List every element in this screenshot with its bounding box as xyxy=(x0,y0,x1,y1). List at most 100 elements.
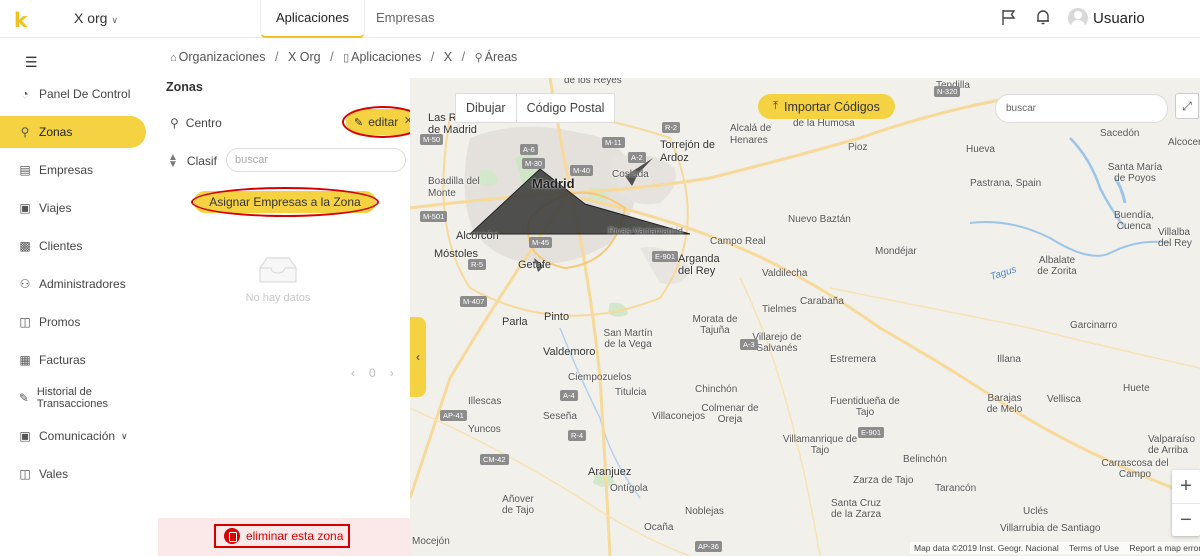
map-label: Estremera xyxy=(830,354,877,365)
map-label: de los Reyes xyxy=(564,78,622,86)
sidebar-item-zonas[interactable]: ⚲ Zonas xyxy=(0,116,146,148)
road-shield: E-901 xyxy=(858,427,885,438)
map-data-credit: Map data ©2019 Inst. Geogr. Nacional xyxy=(914,543,1059,553)
map-label: Rivas-Vaciamadrid xyxy=(608,226,683,236)
app-logo[interactable]: k xyxy=(14,8,27,32)
sidebar-item-vales[interactable]: ◫ Vales xyxy=(0,458,146,490)
postal-code-button[interactable]: Código Postal xyxy=(515,94,615,122)
map-label: Tielmes xyxy=(762,304,797,315)
map-label: Coslada xyxy=(612,169,649,180)
breadcrumb-org[interactable]: X Org xyxy=(288,50,321,64)
road-shield: N-320 xyxy=(934,86,961,97)
map-label: Boadilla del Monte xyxy=(428,176,480,199)
breadcrumb-aplicaciones[interactable]: Aplicaciones xyxy=(351,50,421,64)
delete-zone-button[interactable]: eliminar esta zona xyxy=(214,524,350,548)
map-label: Ciempozuelos xyxy=(568,372,632,383)
sidebar-item-clientes[interactable]: ▩ Clientes xyxy=(0,230,146,262)
map-label: Sacedón xyxy=(1100,128,1140,139)
sidebar-item-viajes[interactable]: ▣ Viajes xyxy=(0,192,146,224)
sidebar-item-label: Comunicación xyxy=(39,429,116,443)
pin-icon: ⚲ xyxy=(474,52,483,64)
import-label: Importar Códigos xyxy=(784,99,880,114)
tab-empresas[interactable]: Empresas xyxy=(361,0,450,38)
sidebar-item-comunicacion[interactable]: ▣ Comunicación ∨ xyxy=(0,420,146,452)
report-link[interactable]: Report a map error xyxy=(1129,543,1200,553)
org-selector[interactable]: X org ∨ xyxy=(74,10,118,26)
upload-icon: ⤒ xyxy=(773,100,778,112)
sidebar: ☰ ◔ Panel De Control ⚲ Zonas ▤ Empresas ▣ Vi… xyxy=(0,38,158,556)
sidebar-item-label: Vales xyxy=(39,467,69,481)
map[interactable]: de los Reyes Tendilla Las Rozas de Madri… xyxy=(410,78,1200,556)
map-label: Villamanrique de Tajo xyxy=(782,434,858,456)
id-card-icon: ▩ xyxy=(19,239,31,253)
pin-icon: ⚲ xyxy=(20,125,30,139)
fullscreen-icon[interactable]: ⤢ xyxy=(1175,93,1199,119)
sidebar-item-label: Panel De Control xyxy=(39,87,131,101)
map-label: Villaconejos xyxy=(652,411,706,422)
zone-search-input[interactable]: buscar xyxy=(226,148,406,172)
map-label: Valparaíso de Arriba xyxy=(1148,434,1196,456)
map-label: Valdemoro xyxy=(543,346,596,358)
map-label: Huete xyxy=(1123,383,1150,394)
map-label: Villalba del Rey xyxy=(1158,227,1192,249)
edit-icon: ✎ xyxy=(354,116,364,129)
map-label: Morata de Tajuña xyxy=(692,314,738,336)
dashboard-icon: ◔ xyxy=(21,87,29,101)
bell-icon[interactable] xyxy=(1034,8,1052,26)
prev-page-icon[interactable]: ‹ xyxy=(351,366,355,380)
edit-zone-button[interactable]: ✎ editar ✕ xyxy=(346,109,420,135)
import-codes-button[interactable]: ⤒ Importar Códigos xyxy=(758,94,895,119)
sort-icon[interactable]: ▲ ▼ xyxy=(168,153,178,170)
map-label: Buendía, Cuenca xyxy=(1113,210,1155,232)
road-shield: M-45 xyxy=(529,237,553,248)
map-label: Añover de Tajo xyxy=(501,494,535,516)
draw-button[interactable]: Dibujar xyxy=(456,94,516,122)
road-shield: M-40 xyxy=(570,165,594,176)
road-shield: M-50 xyxy=(420,134,444,145)
sidebar-item-facturas[interactable]: ▦ Facturas xyxy=(0,344,146,376)
zoom-out-button[interactable]: − xyxy=(1172,503,1200,536)
avatar-icon xyxy=(1068,8,1088,28)
menu-collapse-icon[interactable]: ☰ xyxy=(25,54,38,71)
breadcrumb-app[interactable]: X xyxy=(444,50,452,64)
zone-item[interactable]: ⚲ Centro ✎ editar ✕ xyxy=(170,106,424,138)
map-label: Alcorcón xyxy=(456,230,499,242)
map-label: Aranjuez xyxy=(588,466,632,478)
page-number: 0 xyxy=(369,366,376,380)
collapse-panel-icon[interactable]: ‹ xyxy=(410,317,426,397)
map-label: Hueva xyxy=(966,144,995,155)
next-page-icon[interactable]: › xyxy=(390,366,394,380)
map-label: Pinto xyxy=(544,311,570,323)
map-label: Getafe xyxy=(518,259,552,271)
map-label: Campo Real xyxy=(710,236,766,247)
edit-icon: ✎ xyxy=(18,391,29,405)
sidebar-item-historial[interactable]: ✎ Historial de Transacciones xyxy=(0,382,146,414)
map-label: Mondéjar xyxy=(875,246,917,257)
zoom-in-button[interactable]: + xyxy=(1172,470,1200,503)
road-shield: A-6 xyxy=(520,144,538,155)
zones-title: Zonas xyxy=(166,80,203,94)
sidebar-item-promos[interactable]: ◫ Promos xyxy=(0,306,146,338)
map-label: Albalate de Zorita xyxy=(1037,255,1077,277)
assign-companies-button[interactable]: Asignar Empresas a la Zona xyxy=(194,191,376,213)
mobile-icon: ▯ xyxy=(343,52,350,64)
home-icon: ⌂ xyxy=(170,52,177,64)
zoom-control: + − xyxy=(1172,470,1200,536)
map-label: Madrid xyxy=(532,176,575,191)
terms-link[interactable]: Terms of Use xyxy=(1069,543,1119,553)
sidebar-item-administradores[interactable]: ⚇ Administradores xyxy=(0,268,146,300)
sidebar-item-label: Empresas xyxy=(39,163,94,177)
map-search-input[interactable]: buscar xyxy=(995,94,1168,123)
road-shield: M-407 xyxy=(460,296,488,307)
classification-filter: ▲ ▼ Clasif buscar xyxy=(168,148,408,172)
gift-icon: ◫ xyxy=(19,315,31,329)
sidebar-item-empresas[interactable]: ▤ Empresas xyxy=(0,154,146,186)
map-label: Seseña xyxy=(543,411,577,422)
tab-aplicaciones[interactable]: Aplicaciones xyxy=(260,0,365,38)
flag-icon[interactable] xyxy=(1000,8,1018,26)
sidebar-item-panel[interactable]: ◔ Panel De Control xyxy=(0,78,146,110)
breadcrumb: ⌂ Organizaciones / X Org / ▯ Aplicaciones … xyxy=(170,50,517,64)
user-menu[interactable]: Usuario xyxy=(1068,8,1145,28)
map-label: Alcocer xyxy=(1168,137,1200,148)
breadcrumb-organizaciones[interactable]: Organizaciones xyxy=(179,50,266,64)
